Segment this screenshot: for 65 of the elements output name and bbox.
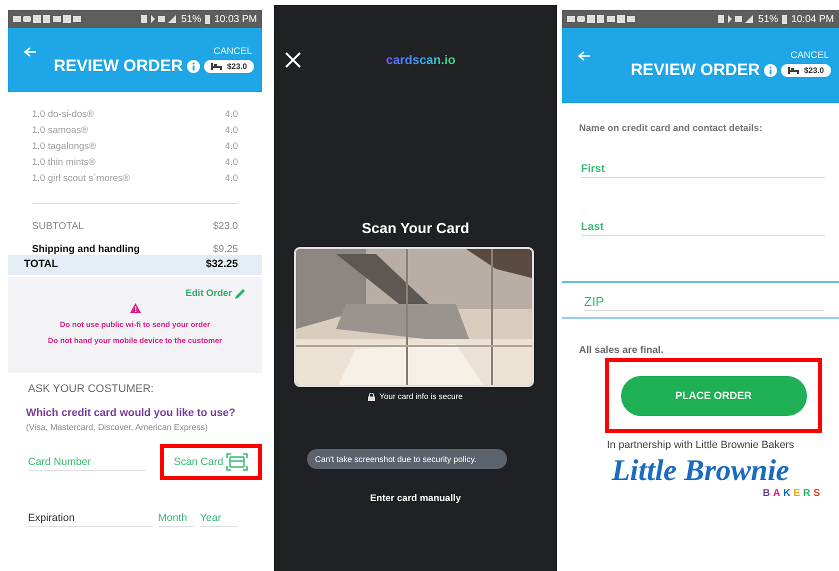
bed-icon xyxy=(210,63,222,70)
cancel-button[interactable]: CANCEL xyxy=(790,50,829,61)
name-field[interactable]: First xyxy=(581,161,825,178)
battery-icon xyxy=(782,14,788,24)
back-arrow-icon xyxy=(24,46,36,56)
subtotal-value: $23.0 xyxy=(212,221,238,232)
card-scan-icon xyxy=(226,453,248,471)
notification-icons-drawing xyxy=(567,14,635,24)
item-name: 1.0 thin mints® xyxy=(32,156,96,170)
notification-icons-drawing xyxy=(13,14,81,24)
item-price: 4.0 xyxy=(224,108,238,122)
cart-total-badge[interactable]: $23.0 xyxy=(204,60,254,73)
expiration-label: Expiration xyxy=(28,510,152,527)
clock-time: 10:04 PM xyxy=(791,14,834,24)
card-number-field[interactable]: Card Number xyxy=(28,454,146,470)
battery-icon xyxy=(205,14,210,24)
section-label: Name on credit card and contact details: xyxy=(579,123,764,134)
enter-manually-link[interactable]: Enter card manually xyxy=(370,493,461,504)
item-price: 4.0 xyxy=(224,172,238,186)
battery-level: 51% xyxy=(181,14,202,24)
item-name: 1.0 girl scout s´mores® xyxy=(32,172,130,186)
security-note: Your card info is secure xyxy=(379,392,463,401)
shipping-label: Shipping and handling xyxy=(32,244,140,255)
signal-icons-drawing xyxy=(141,14,178,24)
subtotal-label: SUBTOTAL xyxy=(32,221,84,232)
question-text: Which credit card would you like to use? xyxy=(26,407,236,419)
total-label: TOTAL xyxy=(24,258,58,270)
edit-order-button[interactable]: Edit Order xyxy=(186,288,246,299)
total-value: $32.25 xyxy=(206,258,238,270)
lock-icon xyxy=(368,392,376,400)
info-icon xyxy=(764,64,777,77)
final-note: All sales are final. xyxy=(579,345,664,356)
item-name: 1.0 tagalongs® xyxy=(32,140,96,154)
partnership-text: In partnership with Little Brownie Bakers xyxy=(606,439,796,452)
screen-title: REVIEW ORDER xyxy=(630,61,760,80)
screen-title: Scan Your Card xyxy=(362,221,470,237)
brand-logo: Little Brownie xyxy=(610,456,790,486)
item-name: 1.0 samoas® xyxy=(32,124,88,138)
info-icon xyxy=(186,60,200,73)
toast-message: Can't take screenshot due to security policy. xyxy=(307,449,507,469)
item-price: 4.0 xyxy=(224,124,238,138)
hint-text: (Visa, Mastercard, Discover, American Express) xyxy=(26,422,209,432)
cancel-button[interactable]: CANCEL xyxy=(213,46,252,57)
close-button[interactable] xyxy=(284,51,302,69)
cart-total-badge[interactable]: $23.0 xyxy=(780,64,831,77)
month-field[interactable]: Month xyxy=(158,510,194,527)
shipping-value: $9.25 xyxy=(212,244,238,255)
item-price: 4.0 xyxy=(224,156,238,170)
scan-card-button[interactable]: Scan Card xyxy=(174,453,248,471)
zip-field[interactable]: ZIP xyxy=(584,293,824,311)
battery-level: 51% xyxy=(758,14,778,24)
name-field[interactable]: Last xyxy=(581,219,825,236)
place-order-button[interactable]: PLACE ORDER xyxy=(620,376,806,416)
warning-icon xyxy=(130,303,140,313)
pencil-icon xyxy=(235,288,246,299)
screen-title: REVIEW ORDER xyxy=(54,57,183,76)
item-price: 4.0 xyxy=(224,140,238,154)
back-arrow-icon xyxy=(578,50,590,60)
app-logo: cardscan.io xyxy=(386,53,456,67)
item-name: 1.0 do-si-dos® xyxy=(32,108,94,122)
year-field[interactable]: Year xyxy=(200,510,238,527)
bed-icon xyxy=(788,67,799,74)
section-label: ASK YOUR COSTUMER: xyxy=(28,383,155,395)
signal-icons-drawing xyxy=(718,14,754,24)
clock-time: 10:03 PM xyxy=(214,14,257,24)
